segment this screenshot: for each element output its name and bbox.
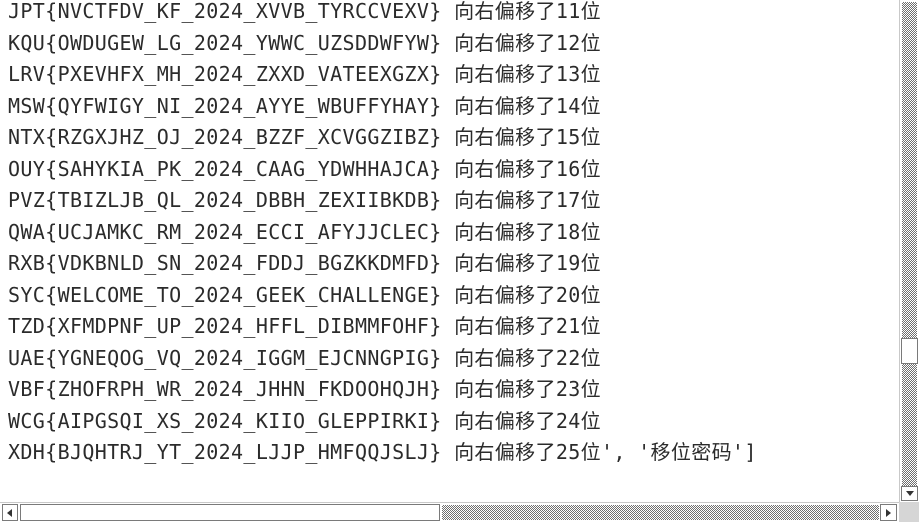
arrow-left-icon bbox=[7, 509, 12, 517]
output-line: JPT{NVCTFDV_KF_2024_XVVB_TYRCCVEXV} 向右偏移… bbox=[8, 0, 601, 23]
vertical-scroll-track[interactable] bbox=[902, 2, 917, 486]
scroll-right-button[interactable] bbox=[880, 504, 897, 521]
output-window: JPT{NVCTFDV_KF_2024_XVVB_TYRCCVEXV} 向右偏移… bbox=[0, 0, 919, 522]
output-line: RXB{VDKBNLD_SN_2024_FDDJ_BGZKKDMFD} 向右偏移… bbox=[8, 251, 601, 275]
output-lines: JPT{NVCTFDV_KF_2024_XVVB_TYRCCVEXV} 向右偏移… bbox=[8, 0, 757, 469]
output-line: OUY{SAHYKIA_PK_2024_CAAG_YDWHHAJCA} 向右偏移… bbox=[8, 156, 601, 181]
output-line: NTX{RZGXJHZ_OJ_2024_BZZF_XCVGGZIBZ} 向右偏移… bbox=[8, 125, 601, 149]
output-line: VBF{ZHOFRPH_WR_2024_JHHN_FKDOOHQJH} 向右偏移… bbox=[8, 377, 601, 401]
output-line: KQU{OWDUGEW_LG_2024_YWWC_UZSDDWFYW} 向右偏移… bbox=[8, 30, 601, 55]
vertical-scrollbar[interactable] bbox=[899, 0, 919, 502]
output-line: LRV{PXEVHFX_MH_2024_ZXXD_VATEEXGZX} 向右偏移… bbox=[8, 62, 601, 86]
output-text-area[interactable]: JPT{NVCTFDV_KF_2024_XVVB_TYRCCVEXV} 向右偏移… bbox=[0, 0, 899, 502]
scroll-left-button[interactable] bbox=[2, 504, 18, 521]
horizontal-scroll-thumb[interactable] bbox=[20, 504, 440, 521]
horizontal-scrollbar[interactable] bbox=[0, 502, 899, 522]
output-line: UAE{YGNEQOG_VQ_2024_IGGM_EJCNNGPIG} 向右偏移… bbox=[8, 345, 601, 370]
arrow-down-icon bbox=[906, 491, 914, 496]
horizontal-scroll-track[interactable] bbox=[442, 505, 879, 520]
output-line: WCG{AIPGSQI_XS_2024_KIIO_GLEPPIRKI} 向右偏移… bbox=[8, 408, 601, 433]
scrollbar-corner bbox=[899, 502, 919, 522]
arrow-right-icon bbox=[886, 509, 891, 517]
output-line: TZD{XFMDPNF_UP_2024_HFFL_DIBMMFOHF} 向右偏移… bbox=[8, 314, 601, 338]
output-line: QWA{UCJAMKC_RM_2024_ECCI_AFYJJCLEC} 向右偏移… bbox=[8, 219, 601, 244]
output-line: PVZ{TBIZLJB_QL_2024_DBBH_ZEXIIBKDB} 向右偏移… bbox=[8, 188, 601, 212]
scroll-down-button[interactable] bbox=[901, 486, 918, 501]
output-line: XDH{BJQHTRJ_YT_2024_LJJP_HMFQQJSLJ} 向右偏移… bbox=[8, 440, 757, 464]
vertical-scroll-thumb[interactable] bbox=[901, 338, 918, 364]
output-line: MSW{QYFWIGY_NI_2024_AYYE_WBUFFYHAY} 向右偏移… bbox=[8, 93, 601, 118]
output-line: SYC{WELCOME_TO_2024_GEEK_CHALLENGE} 向右偏移… bbox=[8, 282, 601, 307]
